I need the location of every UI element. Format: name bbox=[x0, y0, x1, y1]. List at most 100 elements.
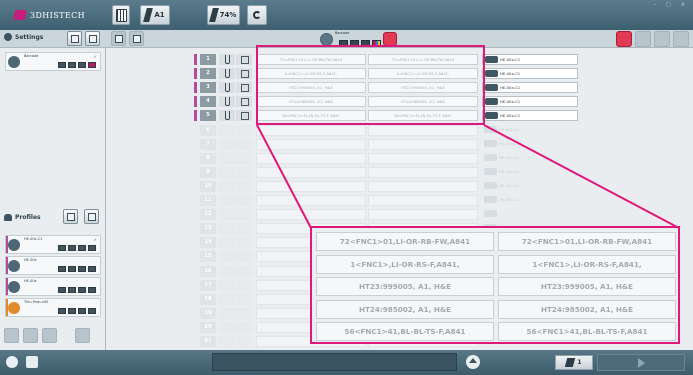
zoom-button[interactable]: 74% bbox=[207, 5, 240, 25]
profile-card[interactable]: HE-00x bbox=[5, 256, 101, 275]
document-icon[interactable] bbox=[236, 54, 252, 65]
document-icon[interactable] bbox=[236, 279, 252, 291]
document-icon[interactable] bbox=[236, 265, 252, 277]
settings-save-button[interactable] bbox=[67, 31, 82, 46]
profile-select[interactable]: HE-00x-C1 bbox=[482, 181, 578, 192]
tube-icon[interactable] bbox=[219, 124, 235, 136]
profile-select[interactable]: HE-00x-C1 bbox=[482, 195, 578, 206]
document-icon[interactable] bbox=[236, 293, 252, 305]
grid-nav-button-2[interactable] bbox=[129, 31, 144, 46]
document-icon[interactable] bbox=[236, 209, 252, 221]
tube-icon[interactable] bbox=[219, 237, 235, 249]
barcode-cell[interactable] bbox=[256, 138, 366, 150]
profile-card[interactable]: HE-00x-C1 ✓ bbox=[5, 235, 101, 254]
profile-select[interactable] bbox=[482, 209, 578, 220]
settings-button[interactable] bbox=[673, 31, 689, 47]
profile-card[interactable]: HE-00x bbox=[5, 277, 101, 296]
table-row[interactable]: 10 HE-00x-C1 bbox=[194, 180, 604, 193]
settings-card-barcode[interactable]: Barcode ✓ bbox=[5, 52, 101, 71]
tube-icon[interactable] bbox=[219, 293, 235, 305]
minimize-icon[interactable]: – bbox=[654, 2, 657, 8]
tube-icon[interactable] bbox=[219, 251, 235, 263]
profile-card[interactable]: Thin-Prep-x50 bbox=[5, 298, 101, 317]
tube-icon[interactable] bbox=[219, 336, 235, 347]
search-button[interactable] bbox=[654, 31, 670, 47]
apply-button[interactable] bbox=[42, 328, 57, 343]
document-icon[interactable] bbox=[236, 251, 252, 263]
document-icon[interactable] bbox=[236, 124, 252, 136]
profile-select[interactable]: HE-00x-C1 bbox=[482, 54, 578, 65]
barcode-edit-button[interactable] bbox=[383, 32, 397, 46]
document-icon[interactable] bbox=[236, 138, 252, 150]
table-row[interactable]: 9 HE-00x-C1 bbox=[194, 166, 604, 179]
tube-icon[interactable] bbox=[219, 68, 235, 80]
tube-icon[interactable] bbox=[219, 180, 235, 192]
table-row[interactable]: 8 HE-00x-C1 bbox=[194, 152, 604, 165]
barcode-cell-2[interactable] bbox=[368, 209, 478, 221]
import-button[interactable] bbox=[4, 328, 19, 343]
refresh-button[interactable] bbox=[247, 5, 267, 25]
settings-edit-button[interactable] bbox=[85, 31, 100, 46]
document-icon[interactable] bbox=[236, 223, 252, 235]
document-icon[interactable] bbox=[236, 180, 252, 192]
alert-button[interactable] bbox=[616, 31, 632, 47]
document-icon[interactable] bbox=[236, 307, 252, 319]
eject-button[interactable] bbox=[466, 355, 480, 369]
tube-icon[interactable] bbox=[219, 223, 235, 235]
document-icon[interactable] bbox=[236, 321, 252, 333]
document-icon[interactable] bbox=[236, 152, 252, 164]
copy-button[interactable] bbox=[23, 328, 38, 343]
tube-icon[interactable] bbox=[219, 82, 235, 94]
document-icon[interactable] bbox=[236, 237, 252, 249]
gear-icon[interactable] bbox=[6, 356, 18, 368]
barcode-scanner-icon[interactable] bbox=[320, 32, 333, 46]
barcode-cell-2[interactable] bbox=[368, 180, 478, 192]
grid-nav-button[interactable] bbox=[111, 31, 126, 46]
profile-select[interactable]: HE-00x-C1 bbox=[482, 110, 578, 122]
tube-icon[interactable] bbox=[219, 110, 235, 122]
document-icon[interactable] bbox=[236, 68, 252, 80]
profile-select[interactable]: HE-00x-C1 bbox=[482, 153, 578, 164]
barcode-cell-2[interactable] bbox=[368, 195, 478, 206]
delete-button[interactable] bbox=[75, 328, 90, 343]
barcode-cell[interactable] bbox=[256, 124, 366, 136]
tube-icon[interactable] bbox=[219, 96, 235, 108]
table-row[interactable]: 7 HE-00x-C1 bbox=[194, 138, 604, 151]
tube-icon[interactable] bbox=[219, 307, 235, 319]
profile-edit-button[interactable] bbox=[84, 209, 99, 224]
barcode-cell-2[interactable] bbox=[368, 138, 478, 150]
tube-icon[interactable] bbox=[219, 152, 235, 164]
document-icon[interactable] bbox=[236, 195, 252, 206]
close-icon[interactable]: × bbox=[681, 2, 685, 8]
slot-button[interactable]: A1 bbox=[140, 5, 170, 25]
tube-icon[interactable] bbox=[219, 138, 235, 150]
table-row[interactable]: 12 bbox=[194, 208, 604, 221]
profile-select[interactable]: HE-00x-C1 bbox=[482, 96, 578, 108]
document-icon[interactable] bbox=[236, 336, 252, 347]
table-row[interactable]: 11 HE-00x-C1 bbox=[194, 194, 604, 207]
barcode-cell[interactable] bbox=[256, 166, 366, 178]
rack-icon-button[interactable] bbox=[112, 5, 130, 25]
barcode-cell-2[interactable] bbox=[368, 124, 478, 136]
barcode-cell-2[interactable] bbox=[368, 152, 478, 164]
tube-icon[interactable] bbox=[219, 265, 235, 277]
barcode-cell[interactable] bbox=[256, 180, 366, 192]
maximize-icon[interactable]: □ bbox=[666, 2, 671, 8]
tube-icon[interactable] bbox=[219, 195, 235, 206]
profile-select[interactable]: HE-00x-C1 bbox=[482, 82, 578, 94]
tube-icon[interactable] bbox=[219, 209, 235, 221]
barcode-cell[interactable] bbox=[256, 195, 366, 206]
tube-icon[interactable] bbox=[219, 321, 235, 333]
document-icon[interactable] bbox=[236, 166, 252, 178]
export-button[interactable] bbox=[635, 31, 651, 47]
tube-icon[interactable] bbox=[219, 279, 235, 291]
profile-select[interactable]: HE-00x-C1 bbox=[482, 68, 578, 80]
barcode-cell[interactable] bbox=[256, 209, 366, 221]
start-scan-button[interactable] bbox=[597, 354, 685, 371]
document-icon[interactable] bbox=[236, 110, 252, 122]
profile-add-button[interactable] bbox=[63, 209, 78, 224]
document-icon[interactable] bbox=[236, 96, 252, 108]
barcode-cell-2[interactable] bbox=[368, 166, 478, 178]
document-icon[interactable] bbox=[236, 82, 252, 94]
slide-count-button[interactable]: 1 bbox=[555, 355, 593, 370]
